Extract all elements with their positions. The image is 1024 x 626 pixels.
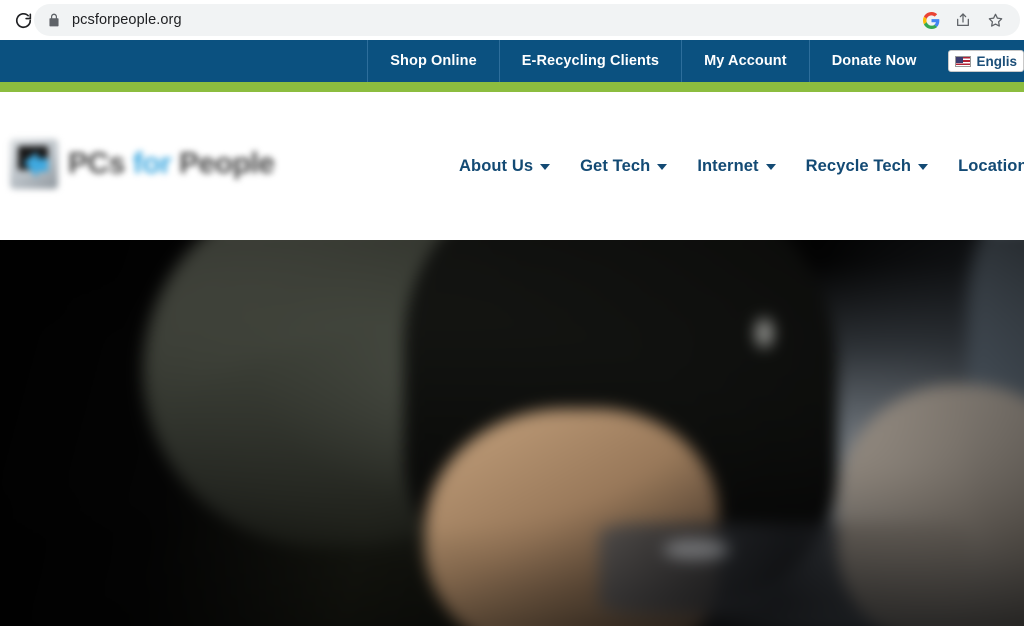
nav-label-get-tech: Get Tech [580,156,651,175]
nav-item-recycle-tech[interactable]: Recycle Tech [791,157,943,176]
monitor-icon [10,139,58,189]
nav-label-recycle-tech: Recycle Tech [805,156,912,175]
url-text: pcsforpeople.org [72,12,182,28]
address-bar[interactable]: pcsforpeople.org [34,4,1020,36]
language-selector[interactable]: Englis [938,40,1024,82]
logo-text-accent: for [132,147,172,180]
omnibox-actions [920,9,1020,31]
bookmark-star-icon[interactable] [984,9,1006,31]
lock-icon [46,12,62,28]
hero-section: Secure, sustainable Low-cost computer Af… [0,240,1024,626]
main-navigation: About Us Get Tech Internet Recycle Tech … [444,92,1024,240]
nav-label-about-us: About Us [459,156,534,175]
logo-text-part1: PCs [68,147,125,180]
nav-item-locations[interactable]: Locations [943,157,1024,176]
logo-text: PCs for People [68,147,275,181]
topnav-item-erecycling-clients[interactable]: E-Recycling Clients [498,40,681,82]
topnav-item-shop-online[interactable]: Shop Online [367,40,499,82]
hero-background-photo [0,240,1024,626]
utility-navigation: Shop Online E-Recycling Clients My Accou… [0,40,1024,82]
nav-label-locations: Locations [958,156,1024,175]
nav-label-internet: Internet [697,156,759,175]
language-label: Englis [976,53,1017,69]
nav-item-internet[interactable]: Internet [682,157,790,176]
language-pill[interactable]: Englis [948,50,1024,72]
nav-item-get-tech[interactable]: Get Tech [565,157,682,176]
site-logo[interactable]: PCs for People [10,136,275,192]
chevron-down-icon [657,164,668,170]
google-icon[interactable] [920,9,942,31]
us-flag-icon [955,55,972,67]
topnav-item-donate-now[interactable]: Donate Now [808,40,939,82]
chevron-down-icon [765,164,776,170]
logo-text-part2: People [179,147,275,180]
chevron-down-icon [540,164,551,170]
nav-item-about-us[interactable]: About Us [444,157,565,176]
chevron-down-icon [918,164,929,170]
site-header: PCs for People About Us Get Tech Interne… [0,92,1024,240]
green-accent-bar [0,82,1024,92]
browser-toolbar: pcsforpeople.org [0,0,1024,40]
topnav-item-my-account[interactable]: My Account [681,40,809,82]
share-icon[interactable] [952,9,974,31]
